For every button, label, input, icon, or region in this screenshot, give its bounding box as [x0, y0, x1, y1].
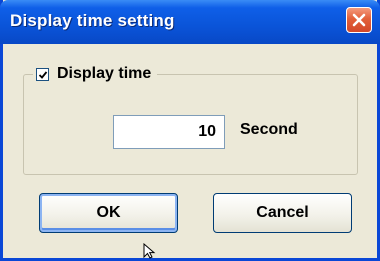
mouse-pointer-icon — [143, 243, 156, 259]
ok-button[interactable]: OK — [39, 193, 178, 233]
cancel-button[interactable]: Cancel — [213, 193, 352, 233]
display-time-checkbox[interactable] — [36, 67, 49, 81]
display-time-toggle[interactable]: Display time — [33, 63, 158, 85]
seconds-unit-label: Second — [240, 121, 298, 138]
dialog-window: Display time setting Display time Second… — [0, 0, 380, 261]
window-title: Display time setting — [10, 11, 175, 30]
display-time-label: Display time — [57, 65, 152, 82]
close-icon — [352, 13, 366, 27]
display-time-seconds-input[interactable] — [113, 115, 225, 149]
title-bar[interactable]: Display time setting — [0, 0, 380, 44]
checkmark-icon — [38, 70, 48, 79]
close-button[interactable] — [346, 7, 372, 33]
